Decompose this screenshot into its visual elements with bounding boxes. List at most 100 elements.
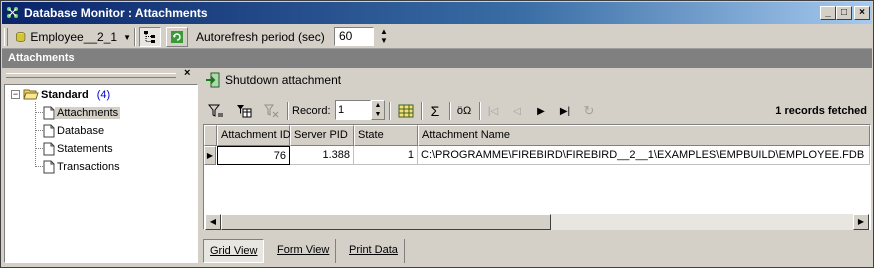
database-monitor-window: Database Monitor : Attachments _ □ × Emp… (0, 0, 874, 268)
main-toolbar: Employee__2_1 ▼ Autorefresh period (sec)… (2, 25, 872, 49)
tree-line (35, 130, 43, 131)
tab-label: Grid View (210, 245, 258, 257)
tree-view-toggle-button[interactable] (139, 27, 161, 47)
tab-grid-view[interactable]: Grid View (203, 239, 265, 263)
tree-item-label: Attachments (55, 106, 121, 119)
window-title: Database Monitor : Attachments (24, 6, 208, 20)
column-header[interactable]: Server PID (290, 125, 354, 146)
special-chars-button[interactable]: öΩ (453, 101, 475, 121)
shutdown-attachment-button[interactable]: Shutdown attachment (205, 72, 341, 88)
app-icon (7, 7, 18, 18)
tree-item-attachments[interactable]: Attachments (43, 104, 121, 121)
database-icon (16, 32, 26, 42)
spin-up-icon[interactable]: ▲ (378, 27, 390, 36)
tree-item-transactions[interactable]: Transactions (43, 158, 122, 175)
grid-toolbar: Record: 1 ▲ ▼ Σ öΩ |◁ ◁ ▶ ▶| ↻ 1 records… (203, 99, 871, 123)
dropdown-arrow-icon: ▼ (123, 32, 131, 42)
filter-grid-icon (237, 105, 252, 118)
next-icon: ▶ (537, 105, 545, 117)
column-header[interactable]: Attachment ID (217, 125, 291, 146)
toolbar-separator (389, 102, 391, 120)
refresh-button[interactable] (166, 27, 188, 47)
collapse-icon[interactable]: − (11, 90, 20, 99)
filter-clear-icon (264, 104, 279, 118)
panel-splitter[interactable] (199, 70, 202, 263)
last-record-button[interactable]: ▶| (555, 101, 575, 121)
tree-item-standard[interactable]: Standard (4) (23, 86, 110, 103)
filter-table-button[interactable] (233, 101, 255, 121)
tree-line (35, 148, 43, 149)
toolbar-separator (134, 28, 136, 46)
scroll-thumb[interactable] (221, 214, 551, 230)
shutdown-label: Shutdown attachment (225, 73, 342, 87)
spin-up-icon[interactable]: ▲ (372, 101, 384, 110)
tab-label: Print Data (349, 244, 398, 256)
toolbar-grip (4, 28, 8, 46)
previous-icon: ◁ (513, 105, 521, 117)
panel-header: × (4, 67, 198, 82)
records-fetched-status: 1 records fetched (775, 105, 867, 117)
navigation-tree: − Standard (4) Attachments Database Stat… (4, 84, 198, 263)
view-tabs: Grid View Form View Print Data (203, 237, 871, 265)
tree-line (35, 112, 43, 113)
document-icon (43, 160, 55, 173)
navigation-panel: × − Standard (4) Attachments Database St… (4, 67, 198, 263)
column-header[interactable]: State (354, 125, 418, 146)
scroll-right-icon[interactable]: ▶ (853, 214, 869, 230)
grid-corner (204, 125, 217, 146)
panel-grip[interactable] (6, 73, 176, 78)
autorefresh-spinner[interactable]: ▲ ▼ (378, 27, 390, 46)
clear-filter-button[interactable] (261, 101, 283, 121)
horizontal-scrollbar[interactable]: ◀ ▶ (205, 214, 869, 230)
filter-icon (208, 104, 223, 117)
tree-item-statements[interactable]: Statements (43, 140, 115, 157)
tree-item-label: Statements (57, 142, 113, 155)
document-icon (43, 124, 55, 137)
toolbar-separator (287, 102, 289, 120)
tree-item-database[interactable]: Database (43, 122, 106, 139)
maximize-button[interactable]: □ (836, 6, 852, 20)
omega-icon: öΩ (456, 105, 472, 117)
spin-down-icon[interactable]: ▼ (372, 110, 384, 119)
panel-close-icon[interactable]: × (184, 67, 190, 79)
tab-print-data[interactable]: Print Data (343, 239, 405, 263)
toolbar-separator (449, 102, 451, 120)
spin-down-icon[interactable]: ▼ (378, 36, 390, 45)
record-spinner[interactable]: ▲ ▼ (371, 100, 385, 120)
first-record-icon: |◁ (487, 105, 499, 117)
refresh-icon (171, 31, 183, 43)
next-record-button[interactable]: ▶ (531, 101, 551, 121)
toolbar-separator (479, 102, 481, 120)
refresh-data-button[interactable]: ↻ (579, 101, 599, 121)
cell-server-pid[interactable]: 1.388 (290, 146, 354, 165)
title-bar: Database Monitor : Attachments _ □ × (2, 2, 872, 24)
close-button[interactable]: × (854, 6, 870, 20)
minimize-button[interactable]: _ (820, 6, 836, 20)
autorefresh-period-input[interactable]: 60 (334, 27, 374, 46)
cell-state[interactable]: 1 (354, 146, 418, 165)
tree-root-label: Standard (41, 88, 89, 101)
tree-root-count: (4) (96, 88, 111, 101)
document-icon (43, 106, 55, 119)
grid-layout-button[interactable] (395, 101, 417, 121)
tree-item-label: Database (57, 124, 105, 137)
scroll-left-icon[interactable]: ◀ (205, 214, 221, 230)
record-number-input[interactable]: 1 (335, 100, 371, 120)
section-header: Attachments (2, 49, 872, 68)
refresh-icon: ↻ (583, 103, 595, 118)
filter-button[interactable] (205, 101, 227, 121)
toolbar-separator (421, 102, 423, 120)
column-header[interactable]: Attachment Name (418, 125, 870, 146)
tab-form-view[interactable]: Form View (271, 239, 337, 263)
action-bar: Shutdown attachment (203, 71, 871, 91)
table-icon (398, 104, 414, 118)
previous-record-button[interactable]: ◁ (507, 101, 527, 121)
record-label: Record: (292, 105, 331, 117)
autorefresh-label: Autorefresh period (sec) (196, 30, 325, 44)
document-icon (43, 142, 55, 155)
first-record-button[interactable]: |◁ (483, 101, 503, 121)
database-selector[interactable]: Employee__2_1 ▼ (12, 27, 132, 47)
cell-attachment-id[interactable]: 76 (217, 146, 290, 165)
cell-attachment-name[interactable]: C:\PROGRAMME\FIREBIRD\FIREBIRD__2__1\EXA… (418, 146, 870, 165)
sum-button[interactable]: Σ (425, 101, 445, 121)
